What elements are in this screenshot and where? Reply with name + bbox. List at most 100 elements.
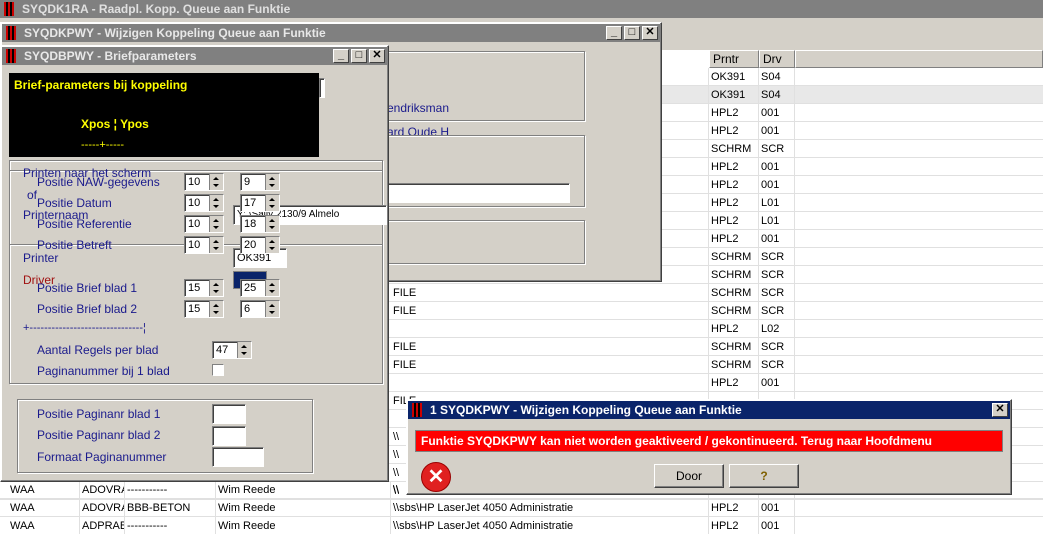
table-row[interactable]: WAA ADOVRA BBB-BETON Wim Reede \\sbs\HP Lase… — [0, 499, 1043, 517]
mid-window-title: SYQDKPWY - Wijzigen Koppeling Queue aan … — [24, 26, 326, 40]
position-y-stepper[interactable]: 6 — [240, 300, 280, 318]
app-icon — [6, 26, 16, 40]
main-window-titlebar[interactable]: SYQDK1RA - Raadpl. Kopp. Queue aan Funkt… — [0, 0, 1043, 18]
printer-cell: SCHRM — [709, 356, 759, 374]
position-y-stepper[interactable]: 20 — [240, 236, 280, 254]
driver-cell: SCR — [759, 356, 795, 374]
driver-cell: 001 — [759, 122, 795, 140]
paginanummer-label: Paginanummer bij 1 blad — [37, 364, 170, 378]
main-window-title: SYQDK1RA - Raadpl. Kopp. Queue aan Funkt… — [22, 2, 291, 16]
spin-arrows-icon[interactable] — [209, 280, 223, 296]
driver-cell: 001 — [759, 176, 795, 194]
driver-cell: SCR — [759, 284, 795, 302]
printer-cell: HPL2 — [709, 230, 759, 248]
printer-cell: SCHRM — [709, 266, 759, 284]
driver-cell: L01 — [759, 212, 795, 230]
driver-cell: SCR — [759, 266, 795, 284]
formaat-field[interactable] — [212, 447, 264, 467]
help-button[interactable]: ? — [729, 464, 799, 488]
spin-arrows-icon[interactable] — [265, 237, 279, 253]
spin-arrows-icon[interactable] — [209, 301, 223, 317]
table-cell: WAA — [8, 499, 80, 517]
driver-cell: S04 — [759, 86, 795, 104]
brief-window: SYQDBPWY - Briefparameters _ □ ✕ Brief-p… — [0, 45, 389, 482]
printer-cell: OK391 — [709, 86, 759, 104]
separator-line: +-------------------------------¦ — [23, 322, 146, 334]
minimize-button[interactable]: _ — [606, 26, 622, 40]
brief-window-titlebar[interactable]: SYQDBPWY - Briefparameters _ □ ✕ — [2, 47, 387, 65]
position-x-value: 10 — [188, 176, 201, 188]
position-y-stepper[interactable]: 18 — [240, 215, 280, 233]
table-cell: 001 — [759, 499, 795, 517]
queue-cell — [391, 374, 709, 392]
mid-frag-1: endriksman — [387, 101, 450, 115]
spin-arrows-icon[interactable] — [209, 216, 223, 232]
pag1-field[interactable] — [212, 404, 246, 424]
position-y-stepper[interactable]: 25 — [240, 279, 280, 297]
driver-cell: S04 — [759, 68, 795, 86]
aantal-regels-label: Aantal Regels per blad — [37, 343, 159, 357]
spin-arrows-icon[interactable] — [209, 237, 223, 253]
minimize-button[interactable]: _ — [333, 49, 349, 63]
maximize-button[interactable]: □ — [351, 49, 367, 63]
close-button[interactable]: ✕ — [992, 403, 1008, 417]
driver-cell: SCR — [759, 338, 795, 356]
table-cell: ----------- — [125, 481, 216, 499]
spin-arrows-icon[interactable] — [209, 195, 223, 211]
position-x-stepper[interactable]: 10 — [184, 173, 224, 191]
aantal-regels-stepper[interactable]: 47 — [212, 341, 252, 359]
spin-arrows-icon[interactable] — [237, 342, 251, 358]
driver-cell: 001 — [759, 158, 795, 176]
spin-arrows-icon[interactable] — [265, 301, 279, 317]
table-cell: \\sbs\HP LaserJet 4050 Administratie — [391, 499, 709, 517]
position-x-value: 10 — [188, 197, 201, 209]
position-x-stepper[interactable]: 10 — [184, 194, 224, 212]
spin-arrows-icon[interactable] — [265, 216, 279, 232]
printer-cell: HPL2 — [709, 194, 759, 212]
position-label: Positie Referentie — [37, 217, 132, 231]
position-y-value: 17 — [244, 197, 257, 209]
paginanummer-checkbox[interactable] — [212, 364, 224, 376]
table-cell: BBB-BETON — [125, 499, 216, 517]
queue-cell: FILE — [391, 338, 709, 356]
printer-cell: SCHRM — [709, 248, 759, 266]
driver-cell: 001 — [759, 374, 795, 392]
brief-top-field[interactable] — [319, 78, 325, 98]
pag2-label: Positie Paginanr blad 2 — [37, 428, 161, 442]
column-header-printer[interactable]: Prntr — [709, 50, 759, 68]
app-icon — [4, 2, 14, 16]
column-header-driver[interactable]: Drv — [759, 50, 795, 68]
bg-label-printer: Printer — [23, 251, 59, 265]
mid-window-titlebar[interactable]: SYQDKPWY - Wijzigen Koppeling Queue aan … — [2, 24, 660, 42]
driver-cell: SCR — [759, 302, 795, 320]
mid-text-field[interactable] — [386, 183, 570, 203]
spin-arrows-icon[interactable] — [265, 280, 279, 296]
door-button[interactable]: Door — [654, 464, 724, 488]
printer-cell: OK391 — [709, 68, 759, 86]
position-x-value: 10 — [188, 239, 201, 251]
driver-cell: 001 — [759, 230, 795, 248]
position-x-stepper[interactable]: 15 — [184, 300, 224, 318]
position-x-stepper[interactable]: 10 — [184, 215, 224, 233]
position-y-stepper[interactable]: 9 — [240, 173, 280, 191]
pag2-field[interactable] — [212, 426, 246, 446]
spin-arrows-icon[interactable] — [265, 174, 279, 190]
driver-cell: L02 — [759, 320, 795, 338]
position-y-stepper[interactable]: 17 — [240, 194, 280, 212]
position-x-stepper[interactable]: 10 — [184, 236, 224, 254]
table-cell: HPL2 — [709, 517, 759, 534]
bg-label-of: of — [27, 188, 38, 202]
table-row[interactable]: WAAADPRABB1-----------Wim Reede\\sbs\HP … — [0, 517, 1043, 534]
printer-cell: HPL2 — [709, 320, 759, 338]
position-x-stepper[interactable]: 15 — [184, 279, 224, 297]
error-dialog-titlebar[interactable]: 1 SYQDKPWY - Wijzigen Koppeling Queue aa… — [408, 401, 1010, 419]
maximize-button[interactable]: □ — [624, 26, 640, 40]
close-button[interactable]: ✕ — [642, 26, 658, 40]
printer-cell: HPL2 — [709, 158, 759, 176]
brief-window-title: SYQDBPWY - Briefparameters — [24, 49, 197, 63]
close-button[interactable]: ✕ — [369, 49, 385, 63]
spin-arrows-icon[interactable] — [209, 174, 223, 190]
table-cell: Wim Reede — [216, 499, 391, 517]
table-cell: WAA — [8, 481, 80, 499]
spin-arrows-icon[interactable] — [265, 195, 279, 211]
